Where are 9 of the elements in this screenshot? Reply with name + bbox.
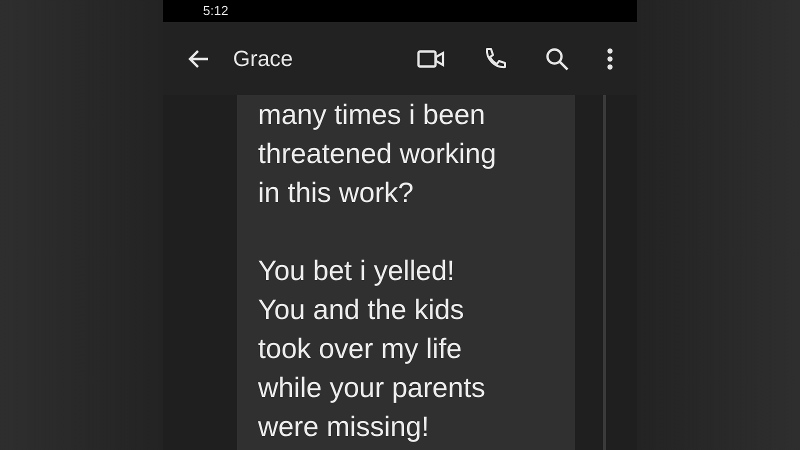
video-camera-icon[interactable] [417,48,445,68]
more-options-icon[interactable] [607,48,613,70]
status-time: 5:12 [203,2,228,20]
back-icon[interactable] [187,48,209,68]
message-text: many times i been threatened working in this work? [258,98,498,210]
message-text: You bet i yelled! You and the kids took over my life while your parents were missing! [258,254,486,444]
search-icon[interactable] [545,46,569,70]
phone-icon[interactable] [483,46,507,70]
contact-name: Grace [233,45,293,73]
